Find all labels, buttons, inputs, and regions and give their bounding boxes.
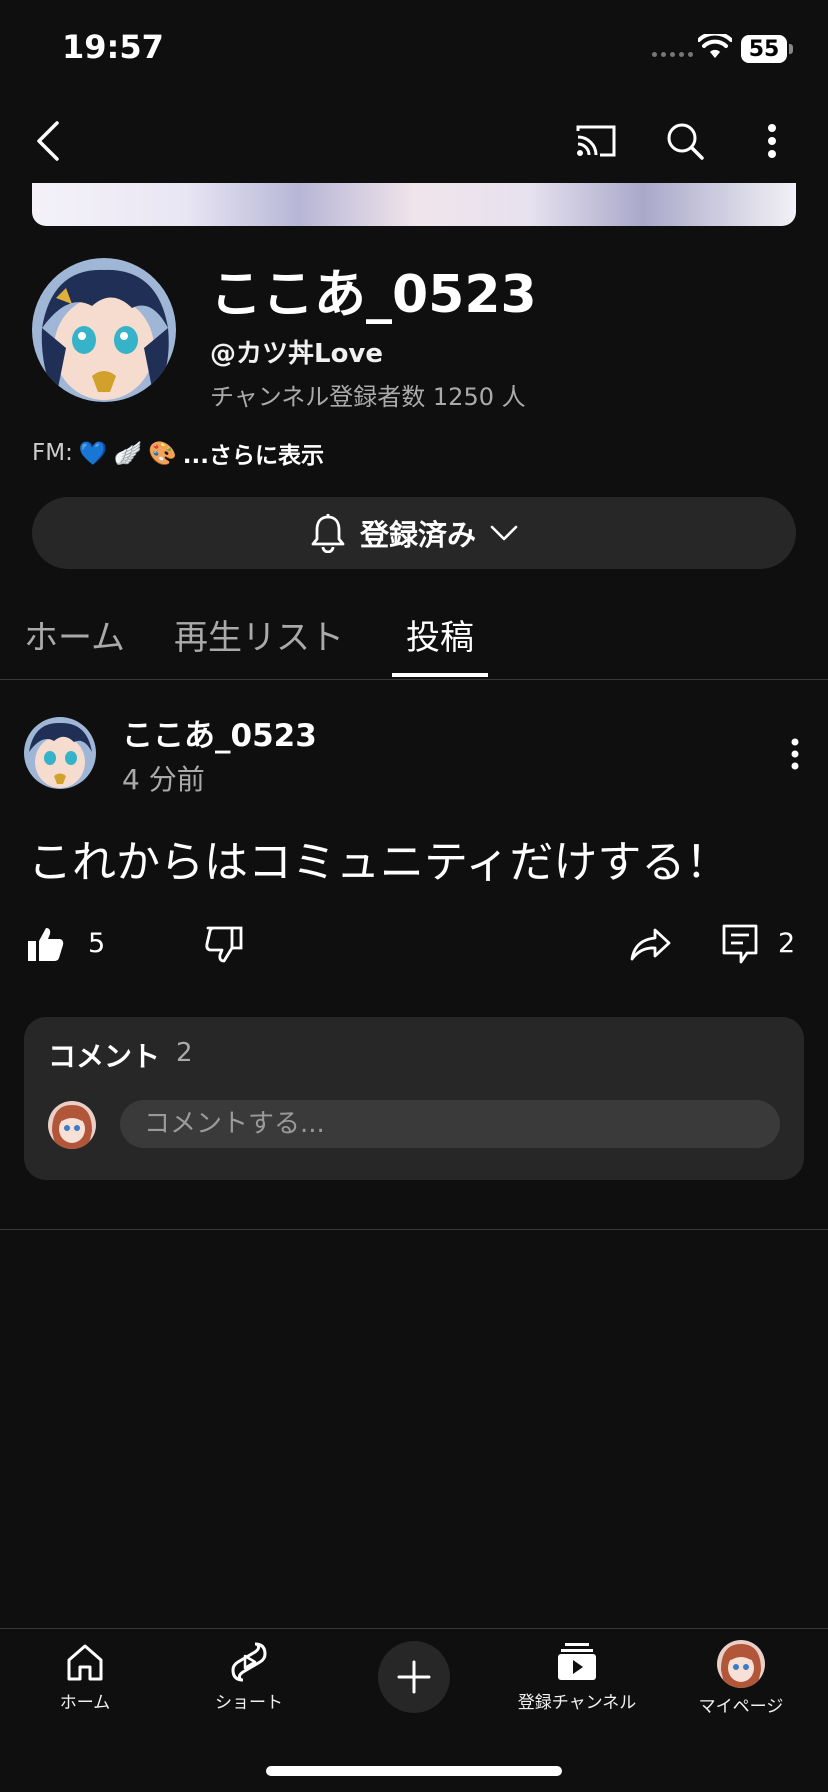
channel-handle: @カツ丼Love <box>210 339 384 369</box>
wing-emoji: 🪽 <box>113 440 143 467</box>
show-more-link[interactable]: ...さらに表示 <box>183 436 324 470</box>
search-button[interactable] <box>660 116 710 166</box>
more-vert-icon <box>791 738 799 770</box>
post-text: これからはコミュニティだけする！ <box>28 837 730 888</box>
channel-description[interactable]: FM: 💙 🪽 🎨 ...さらに表示 <box>32 436 324 470</box>
chevron-down-icon <box>490 525 518 541</box>
more-vert-icon <box>768 124 776 158</box>
my-avatar <box>48 1101 96 1149</box>
comments-button[interactable] <box>718 920 762 968</box>
thumbs-up-icon <box>28 928 64 961</box>
like-button[interactable] <box>24 922 68 966</box>
nav-subscriptions[interactable]: 登録チャンネル <box>502 1640 652 1713</box>
nav-subscriptions-label: 登録チャンネル <box>517 1693 637 1713</box>
like-count: 5 <box>88 928 106 959</box>
cast-button[interactable] <box>570 116 622 166</box>
post-author[interactable]: ここあ_0523 <box>122 710 317 755</box>
subscribed-label: 登録済み <box>359 518 476 552</box>
shorts-icon <box>231 1642 267 1682</box>
comments-count: 2 <box>176 1038 193 1068</box>
channel-banner <box>32 183 796 226</box>
home-icon <box>67 1644 103 1681</box>
more-options-button[interactable] <box>752 116 792 166</box>
post-author-avatar[interactable] <box>24 717 96 789</box>
post-menu-button[interactable] <box>780 732 810 776</box>
tab-posts[interactable]: 投稿 <box>406 610 474 659</box>
battery-nub <box>789 44 793 54</box>
comment-icon <box>722 924 758 964</box>
home-indicator <box>266 1766 562 1776</box>
avatar <box>717 1640 765 1688</box>
comment-input[interactable] <box>120 1100 780 1148</box>
nav-shorts-label: ショート <box>215 1693 283 1713</box>
tab-playlists[interactable]: 再生リスト <box>174 610 344 659</box>
share-icon <box>630 928 671 961</box>
comments-title: コメント <box>48 1040 161 1073</box>
status-time: 19:57 <box>62 28 164 66</box>
cellular-signal-icon <box>652 52 693 57</box>
plus-icon <box>397 1660 431 1694</box>
tabs-divider <box>0 679 828 680</box>
nav-home[interactable]: ホーム <box>10 1640 160 1713</box>
back-arrow-icon <box>37 121 59 161</box>
blue-heart-emoji: 💙 <box>78 440 108 467</box>
active-tab-indicator <box>392 673 488 677</box>
create-button[interactable] <box>378 1641 450 1713</box>
battery-indicator: 55 <box>741 35 787 63</box>
channel-avatar[interactable] <box>32 258 176 402</box>
post-timestamp: 4 分前 <box>122 763 205 796</box>
nav-divider <box>0 1628 828 1629</box>
nav-shorts[interactable]: ショート <box>174 1640 324 1713</box>
subscriber-count: チャンネル登録者数 1250 人 <box>210 383 526 411</box>
cast-icon <box>576 125 616 157</box>
share-button[interactable] <box>628 922 672 966</box>
nav-home-label: ホーム <box>59 1693 111 1713</box>
subscribed-button[interactable]: 登録済み <box>32 497 796 569</box>
comment-count: 2 <box>778 928 796 959</box>
search-icon <box>667 123 704 160</box>
description-prefix: FM: <box>32 440 73 466</box>
nav-you[interactable]: マイページ <box>666 1640 816 1717</box>
post-divider <box>0 1229 828 1230</box>
bell-icon <box>311 514 345 553</box>
dislike-button[interactable] <box>202 922 246 966</box>
back-button[interactable] <box>28 116 68 166</box>
tab-home[interactable]: ホーム <box>24 610 125 659</box>
wifi-icon <box>698 34 732 58</box>
nav-you-label: マイページ <box>698 1697 784 1717</box>
palette-emoji: 🎨 <box>148 440 177 467</box>
subscriptions-icon <box>558 1643 596 1680</box>
thumbs-down-icon <box>205 926 243 963</box>
channel-name: ここあ_0523 <box>210 265 537 325</box>
